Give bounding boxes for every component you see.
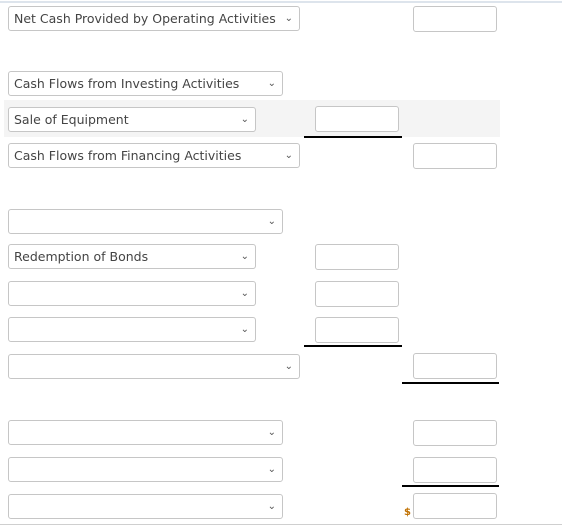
- line-item-select-1[interactable]: Net Cash Provided by Operating Activitie…: [8, 6, 300, 31]
- amount-input-7[interactable]: [315, 281, 399, 307]
- select-value: Cash Flows from Investing Activities: [14, 76, 240, 91]
- line-item-select-6[interactable]: Redemption of Bonds ⌄: [8, 244, 256, 269]
- top-divider: [0, 1, 562, 3]
- line-item-select-12[interactable]: ⌄: [8, 494, 283, 519]
- line-item-select-5[interactable]: ⌄: [8, 209, 283, 234]
- select-value: Sale of Equipment: [14, 112, 129, 127]
- chevron-down-icon: ⌄: [267, 216, 276, 227]
- chevron-down-icon: ⌄: [267, 464, 276, 475]
- amount-input-6[interactable]: [315, 244, 399, 270]
- chevron-down-icon: ⌄: [284, 361, 293, 372]
- currency-symbol: $: [404, 507, 411, 518]
- chevron-down-icon: ⌄: [240, 251, 249, 262]
- select-value: Net Cash Provided by Operating Activitie…: [14, 11, 276, 26]
- line-item-select-2[interactable]: Cash Flows from Investing Activities ⌄: [8, 71, 283, 96]
- amount-input-9[interactable]: [413, 353, 497, 379]
- subtotal-underline: [304, 136, 402, 138]
- amount-input-3[interactable]: [315, 106, 399, 132]
- amount-input-1[interactable]: [413, 6, 497, 32]
- total-underline: [402, 382, 499, 384]
- select-value: Redemption of Bonds: [14, 249, 149, 264]
- chevron-down-icon: ⌄: [240, 114, 249, 125]
- select-value: Cash Flows from Financing Activities: [14, 148, 242, 163]
- total-underline: [402, 485, 499, 487]
- line-item-select-11[interactable]: ⌄: [8, 457, 283, 482]
- chevron-down-icon: ⌄: [240, 324, 249, 335]
- amount-input-10[interactable]: [413, 420, 497, 446]
- bottom-divider: [0, 524, 562, 525]
- amount-input-8[interactable]: [315, 317, 399, 343]
- chevron-down-icon: ⌄: [284, 150, 293, 161]
- chevron-down-icon: ⌄: [267, 501, 276, 512]
- line-item-select-9[interactable]: ⌄: [8, 354, 300, 379]
- amount-input-11[interactable]: [413, 457, 497, 483]
- line-item-select-3[interactable]: Sale of Equipment ⌄: [8, 107, 256, 132]
- chevron-down-icon: ⌄: [240, 288, 249, 299]
- chevron-down-icon: ⌄: [284, 13, 293, 24]
- subtotal-underline: [304, 345, 402, 347]
- amount-input-4[interactable]: [413, 143, 497, 169]
- line-item-select-7[interactable]: ⌄: [8, 281, 256, 306]
- chevron-down-icon: ⌄: [267, 427, 276, 438]
- amount-input-12[interactable]: [413, 493, 497, 519]
- line-item-select-10[interactable]: ⌄: [8, 420, 283, 445]
- chevron-down-icon: ⌄: [267, 78, 276, 89]
- line-item-select-8[interactable]: ⌄: [8, 317, 256, 342]
- line-item-select-4[interactable]: Cash Flows from Financing Activities ⌄: [8, 143, 300, 168]
